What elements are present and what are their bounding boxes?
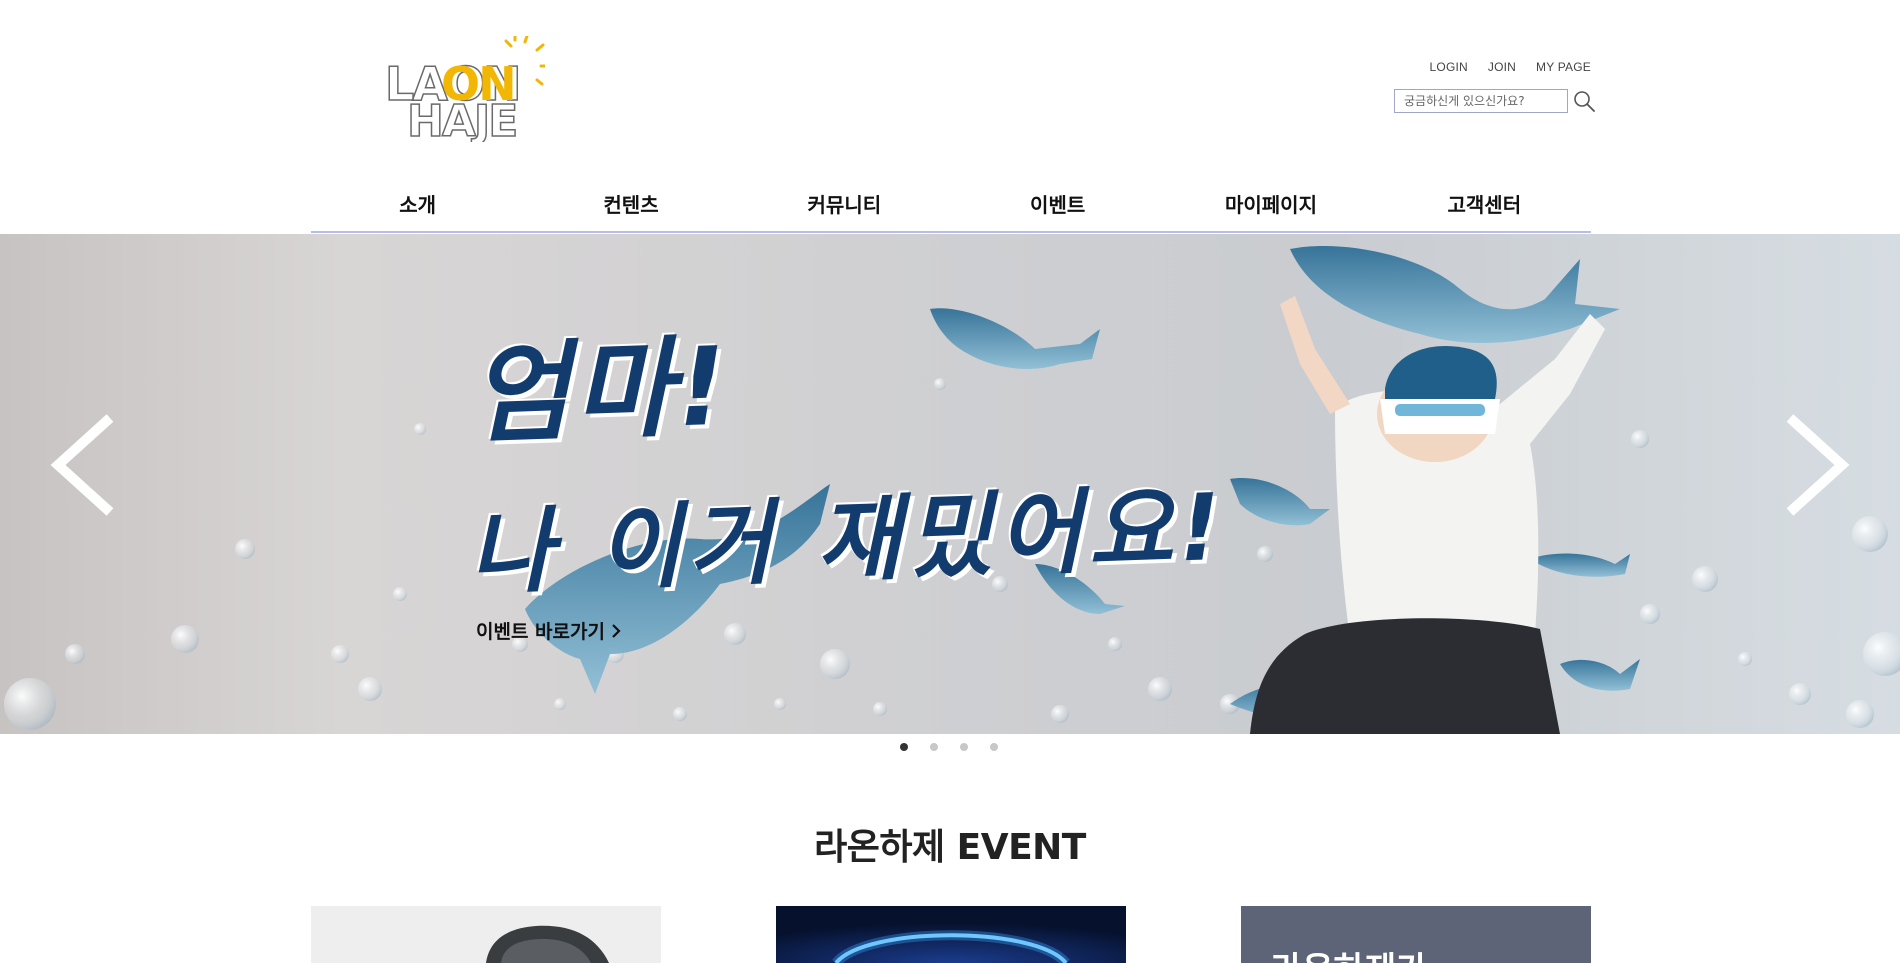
- nav-item-mypage[interactable]: 마이페이지: [1164, 186, 1377, 231]
- vr-headset-image: [486, 925, 609, 963]
- join-link[interactable]: JOIN: [1488, 60, 1516, 74]
- event-shortcut-label: 이벤트 바로가기: [476, 621, 605, 643]
- hero-banner: 엄마! 나 이거 재밌어요! 이벤트 바로가기: [0, 234, 1900, 734]
- utility-links: LOGIN JOIN MY PAGE: [1430, 60, 1591, 74]
- nav-item-event[interactable]: 이벤트: [951, 186, 1164, 231]
- search-input[interactable]: [1394, 89, 1568, 113]
- hero-headline-2: 나 이거 재밌어요!: [466, 473, 1229, 608]
- nav-item-support[interactable]: 고객센터: [1378, 186, 1591, 231]
- chevron-left-icon: [50, 414, 114, 516]
- search-button[interactable]: [1572, 89, 1596, 113]
- event-card-text[interactable]: 라온하제가: [1241, 906, 1591, 963]
- slider-dot-2[interactable]: [930, 743, 938, 751]
- event-shortcut-link[interactable]: 이벤트 바로가기: [476, 617, 621, 644]
- chevron-right-icon: [1786, 414, 1850, 516]
- chevron-right-small-icon: [612, 623, 621, 638]
- slider-pagination: [900, 743, 998, 751]
- mypage-link[interactable]: MY PAGE: [1536, 60, 1591, 74]
- slider-dot-3[interactable]: [960, 743, 968, 751]
- nav-item-intro[interactable]: 소개: [311, 186, 524, 231]
- logo-text-bottom: HAJE: [407, 96, 516, 142]
- hero-headline-1: 엄마!: [468, 324, 733, 459]
- main-nav: 소개 컨텐츠 커뮤니티 이벤트 마이페이지 고객센터: [311, 186, 1591, 233]
- event-section-title: 라온하제 EVENT: [814, 827, 1086, 868]
- event-card-ring[interactable]: [776, 906, 1126, 963]
- nav-item-community[interactable]: 커뮤니티: [738, 186, 951, 231]
- search-bar: [1394, 89, 1596, 113]
- event-card-label: 라온하제가: [1271, 942, 1427, 963]
- slider-next-button[interactable]: [1776, 410, 1856, 520]
- slider-dot-4[interactable]: [990, 743, 998, 751]
- blue-ring-image: [776, 906, 1126, 963]
- login-link[interactable]: LOGIN: [1430, 60, 1468, 74]
- event-card-vr[interactable]: [311, 906, 661, 963]
- slider-prev-button[interactable]: [44, 410, 124, 520]
- search-icon: [1574, 91, 1595, 112]
- nav-item-contents[interactable]: 컨텐츠: [524, 186, 737, 231]
- site-logo[interactable]: LAON ON HAJE: [384, 34, 547, 148]
- slider-dot-1[interactable]: [900, 743, 908, 751]
